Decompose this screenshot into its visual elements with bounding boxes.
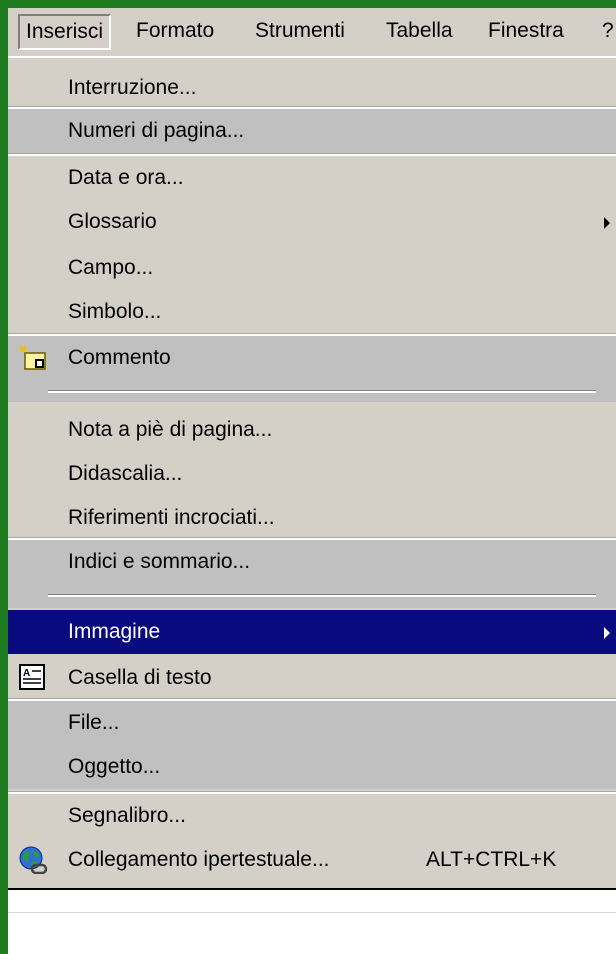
menu-item-label: Segnalibro...	[68, 804, 186, 827]
menu-item-immagine[interactable]: Immagine	[8, 610, 616, 654]
menu-item-commento[interactable]: Commento	[8, 336, 616, 380]
document-divider	[8, 912, 616, 913]
menu-item-simbolo[interactable]: Simbolo...	[8, 290, 616, 334]
menu-item-label: Didascalia...	[68, 462, 183, 485]
menu-item-label: Nota a piè di pagina...	[68, 418, 273, 441]
menu-item-casella-di-testo[interactable]: A Casella di testo	[8, 656, 616, 700]
menu-item-numeri-di-pagina[interactable]: Numeri di pagina...	[8, 109, 616, 153]
menu-item-data-e-ora[interactable]: Data e ora...	[8, 156, 616, 200]
menu-group-separator	[48, 594, 596, 597]
menu-item-label: Indici e sommario...	[68, 550, 251, 573]
menu-formato[interactable]: Formato	[136, 14, 214, 48]
menu-item-interruzione[interactable]: Interruzione...	[8, 66, 616, 110]
menu-item-riferimenti-incrociati[interactable]: Riferimenti incrociati...	[8, 496, 616, 540]
menu-item-label: Commento	[68, 346, 171, 369]
comment-icon	[18, 344, 48, 372]
menu-item-label: Interruzione...	[68, 76, 197, 99]
menu-item-label: Oggetto...	[68, 755, 161, 778]
menu-item-glossario[interactable]: Glossario	[8, 200, 616, 244]
menu-item-campo[interactable]: Campo...	[8, 246, 616, 290]
shortcut-label: ALT+CTRL+K	[426, 848, 557, 871]
svg-text:A: A	[23, 668, 30, 679]
menu-item-label: Data e ora...	[68, 166, 184, 189]
menu-item-label: Immagine	[68, 620, 161, 643]
submenu-arrow-icon	[604, 627, 610, 639]
menu-item-label: Casella di testo	[68, 666, 212, 689]
menu-tabella[interactable]: Tabella	[386, 14, 453, 48]
menu-group-separator	[48, 390, 596, 393]
menu-item-collegamento-ipertestuale[interactable]: Collegamento ipertestuale... ALT+CTRL+K	[8, 838, 616, 882]
menu-strumenti[interactable]: Strumenti	[255, 14, 345, 48]
menu-finestra[interactable]: Finestra	[488, 14, 564, 48]
menu-item-label: Riferimenti incrociati...	[68, 506, 275, 529]
inserisci-dropdown-menu: Interruzione... Numeri di pagina... Data…	[8, 58, 616, 888]
submenu-arrow-icon	[604, 217, 610, 229]
text-box-icon: A	[18, 664, 48, 692]
menu-item-label: File...	[68, 711, 120, 734]
menu-item-label: Collegamento ipertestuale...	[68, 848, 330, 871]
menu-item-didascalia[interactable]: Didascalia...	[8, 452, 616, 496]
menu-item-label: Simbolo...	[68, 300, 162, 323]
menu-item-segnalibro[interactable]: Segnalibro...	[8, 794, 616, 838]
menu-item-label: Numeri di pagina...	[68, 119, 245, 142]
menu-item-indici-e-sommario[interactable]: Indici e sommario...	[8, 540, 616, 584]
menu-inserisci[interactable]: Inserisci	[18, 14, 112, 50]
menu-bar: Inserisci Formato Strumenti Tabella Fine…	[8, 8, 616, 58]
menu-item-label: Campo...	[68, 256, 154, 279]
document-area	[8, 888, 616, 954]
menu-item-nota-a-pie-di-pagina[interactable]: Nota a piè di pagina...	[8, 408, 616, 452]
menu-item-file[interactable]: File...	[8, 701, 616, 745]
menu-item-label: Glossario	[68, 210, 157, 233]
menu-help[interactable]: ?	[602, 14, 614, 48]
menu-item-oggetto[interactable]: Oggetto...	[8, 745, 616, 789]
hyperlink-globe-icon	[18, 846, 48, 875]
